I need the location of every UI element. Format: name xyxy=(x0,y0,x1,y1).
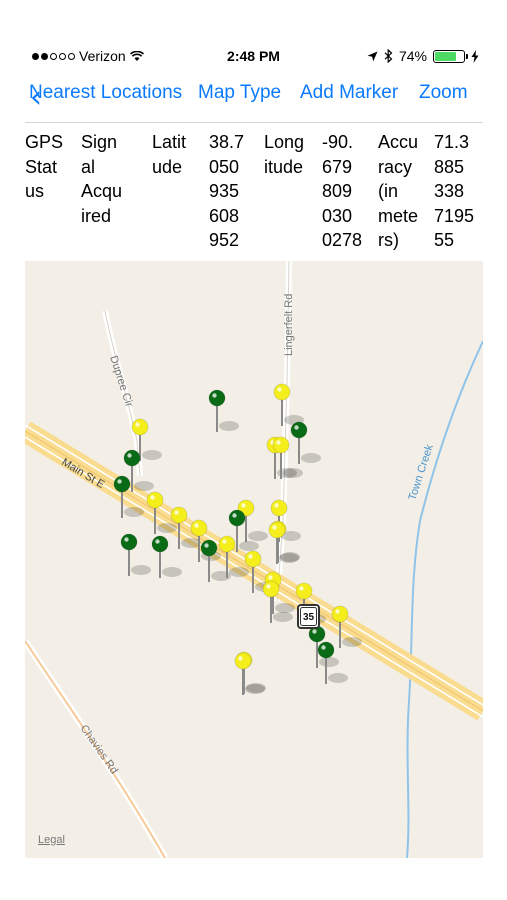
location-arrow-icon xyxy=(367,51,378,61)
bluetooth-icon xyxy=(384,49,393,63)
map-pin-green[interactable] xyxy=(120,533,151,576)
map-label-dupree-cir: Dupree Cir xyxy=(107,354,135,409)
latitude-value: 38.7 050 935 608 952 xyxy=(209,132,245,250)
nav-zoom[interactable]: Zoom xyxy=(419,82,468,104)
map-legal-link[interactable]: Legal xyxy=(38,834,65,846)
map-canvas[interactable]: Dupree Cir Lingerfelt Rd Main St E Town … xyxy=(25,261,483,858)
status-right: 74% xyxy=(367,48,479,64)
highway-shield-number: 35 xyxy=(303,612,315,623)
town-creek xyxy=(406,340,483,858)
longitude-label: Long itude xyxy=(264,132,305,177)
marker-layer xyxy=(113,383,362,695)
latitude-label: Latit ude xyxy=(152,132,187,177)
map-pin-green[interactable] xyxy=(151,535,182,578)
map-pin-green[interactable] xyxy=(290,421,321,464)
gps-status-label: GPS Stat us xyxy=(25,132,64,201)
nav-bar: Nearest Locations ‹ Map Type Add Marker … xyxy=(0,80,507,115)
battery-icon xyxy=(433,49,468,63)
highway-shield-icon: 35 xyxy=(297,604,320,629)
nav-map-type[interactable]: Map Type xyxy=(198,82,281,104)
longitude-value: -90. 679 809 030 0278 xyxy=(322,132,363,250)
battery-percent: 74% xyxy=(398,48,427,64)
status-bar: Verizon 2:48 PM 74% xyxy=(0,44,507,68)
gps-status-value: Sign al Acqu ired xyxy=(81,132,123,226)
map-pin-yellow[interactable] xyxy=(234,652,265,695)
nav-nearest-locations[interactable]: Nearest Locations xyxy=(29,82,182,104)
nav-divider xyxy=(25,122,483,123)
accuracy-value: 71.3 885 338 7195 55 xyxy=(434,132,475,250)
nav-add-marker[interactable]: Add Marker xyxy=(300,82,398,104)
accuracy-label: Accu racy (in mete rs) xyxy=(378,132,419,250)
map-label-town-creek: Town Creek xyxy=(406,443,436,502)
charging-bolt-icon xyxy=(471,49,479,63)
map-pin-green[interactable] xyxy=(208,389,239,432)
map-label-chavies-rd: Chavies Rd xyxy=(78,723,120,776)
map-view[interactable]: Dupree Cir Lingerfelt Rd Main St E Town … xyxy=(25,261,483,858)
map-label-lingerfelt-rd: Lingerfelt Rd xyxy=(283,294,295,356)
chevron-left-icon[interactable]: ‹ xyxy=(30,80,42,115)
battery-fill xyxy=(435,51,456,61)
